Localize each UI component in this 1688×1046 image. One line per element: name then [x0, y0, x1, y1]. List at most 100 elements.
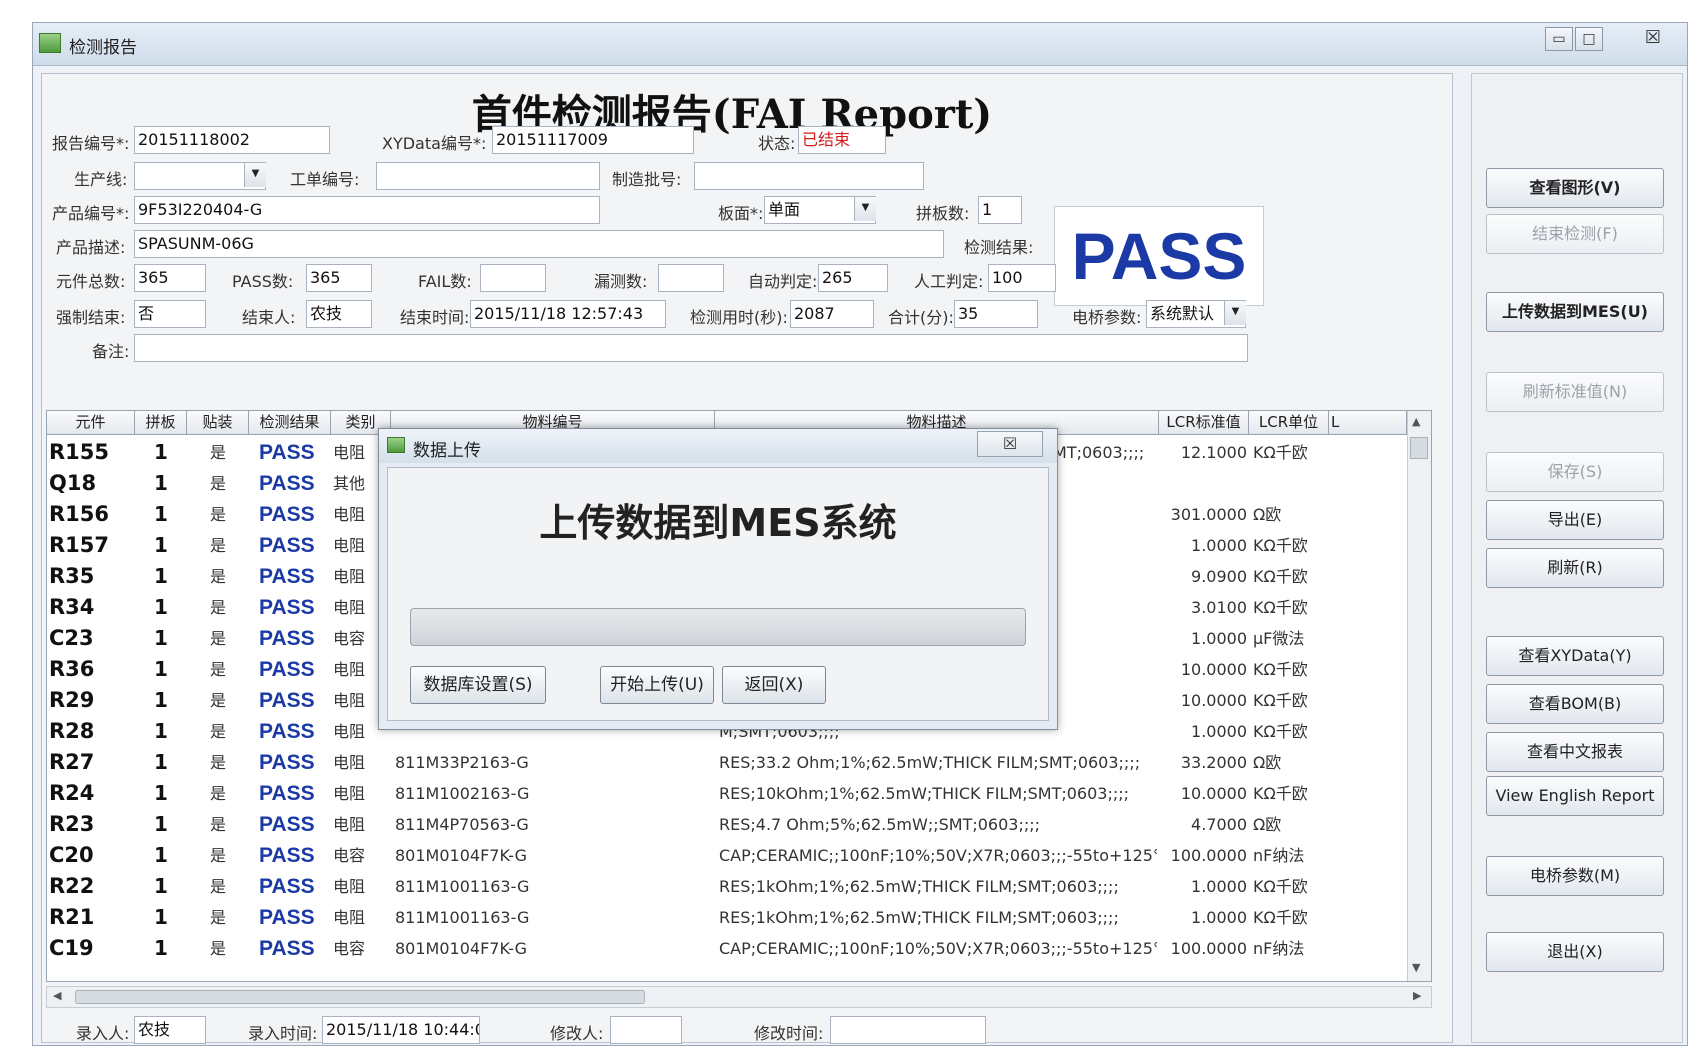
close-button[interactable]: ☒ [1637, 27, 1669, 51]
report-no-field[interactable]: 20151118002 [134, 126, 330, 154]
cell-value: 1.0000 [1191, 722, 1247, 741]
cell-mount: 是 [209, 567, 226, 586]
creator-label: 录入人: [76, 1024, 130, 1043]
cell-ref: R156 [49, 502, 110, 526]
bridge-params-button[interactable]: 电桥参数(M) [1486, 856, 1664, 896]
cell-ref: R21 [49, 905, 95, 929]
cell-mount: 是 [209, 536, 226, 555]
cell-panel: 1 [154, 905, 168, 929]
save-button[interactable]: 保存(S) [1486, 452, 1664, 492]
product-desc-label: 产品描述: [56, 238, 126, 257]
cell-result: PASS [259, 658, 315, 681]
xydata-field[interactable]: 20151117009 [492, 126, 694, 154]
total-field: 365 [134, 264, 206, 292]
dialog-heading: 上传数据到MES系统 [539, 501, 897, 545]
line-dropdown-icon[interactable]: ▼ [244, 163, 266, 187]
cell-panel: 1 [154, 843, 168, 867]
cell-result: PASS [259, 472, 315, 495]
cell-part: 811M1001163-G [395, 908, 530, 927]
cell-result: PASS [259, 534, 315, 557]
view-xydata-button[interactable]: 查看XYData(Y) [1486, 636, 1664, 676]
horizontal-scrollbar[interactable]: ◀ ▶ [46, 986, 1432, 1008]
exit-button[interactable]: 退出(X) [1486, 932, 1664, 972]
table-row[interactable]: R21 1 是 PASS 电阻 811M1001163-G RES;1kOhm;1%;62.… [47, 902, 1431, 933]
cell-unit: KΩ千欧 [1253, 691, 1308, 710]
table-row[interactable]: C19 1 是 PASS 电容 801M0104F7K-G CAP;CERAMIC;;100… [47, 933, 1431, 964]
cell-value: 4.7000 [1191, 815, 1247, 834]
cell-result: PASS [259, 937, 315, 960]
refresh-standard-button[interactable]: 刷新标准值(N) [1486, 372, 1664, 412]
cell-unit: nF纳法 [1253, 846, 1305, 865]
upload-mes-button[interactable]: 上传数据到MES(U) [1486, 292, 1664, 332]
scroll-up-icon[interactable]: ▲ [1412, 415, 1420, 428]
remark-field[interactable] [134, 334, 1248, 362]
dialog-close-button[interactable]: ☒ [977, 431, 1043, 457]
cell-value: 1.0000 [1191, 629, 1247, 648]
bridge-dropdown-icon[interactable]: ▼ [1224, 301, 1246, 325]
cell-unit: KΩ千欧 [1253, 536, 1308, 555]
cell-unit: KΩ千欧 [1253, 443, 1308, 462]
scroll-left-icon[interactable]: ◀ [53, 989, 61, 1002]
scroll-down-icon[interactable]: ▼ [1412, 961, 1420, 974]
maximize-button[interactable]: □ [1575, 27, 1603, 51]
cell-ref: C20 [49, 843, 94, 867]
work-order-field[interactable] [376, 162, 600, 190]
table-row[interactable]: R23 1 是 PASS 电阻 811M4P70563-G RES;4.7 Ohm;5%;6… [47, 809, 1431, 840]
product-desc-field[interactable]: SPASUNM-06G [134, 230, 944, 258]
cell-mount: 是 [209, 598, 226, 617]
cell-value: 9.0900 [1191, 567, 1247, 586]
manual-judge-field: 100 [988, 264, 1056, 292]
col-header-mount[interactable]: 贴装 [187, 411, 249, 435]
export-button[interactable]: 导出(E) [1486, 500, 1664, 540]
ender-field: 农技 [306, 300, 372, 328]
cell-value: 1.0000 [1191, 536, 1247, 555]
cell-mount: 是 [209, 908, 226, 927]
col-header-result[interactable]: 检测结果 [249, 411, 331, 435]
col-header-extra[interactable]: L [1329, 411, 1407, 435]
col-header-panel[interactable]: 拼板 [135, 411, 187, 435]
col-header-value[interactable]: LCR标准值 [1159, 411, 1249, 435]
duration-label: 检测用时(秒): [690, 308, 788, 327]
col-header-ref[interactable]: 元件 [47, 411, 135, 435]
cell-unit: μF微法 [1253, 629, 1305, 648]
board-side-dropdown-icon[interactable]: ▼ [854, 197, 876, 221]
table-row[interactable]: C20 1 是 PASS 电容 801M0104F7K-G CAP;CERAMIC;;100… [47, 840, 1431, 871]
refresh-button[interactable]: 刷新(R) [1486, 548, 1664, 588]
view-chinese-report-button[interactable]: 查看中文报表 [1486, 732, 1664, 772]
cell-desc: CAP;CERAMIC;;100nF;10%;50V;X7R;0603;;;-5… [719, 939, 1157, 958]
cell-part: 811M33P2163-G [395, 753, 529, 772]
col-header-unit[interactable]: LCR单位 [1249, 411, 1329, 435]
cell-panel: 1 [154, 936, 168, 960]
table-row[interactable]: R22 1 是 PASS 电阻 811M1001163-G RES;1kOhm;1%;62.… [47, 871, 1431, 902]
cell-panel: 1 [154, 874, 168, 898]
horizontal-scroll-thumb[interactable] [75, 990, 645, 1004]
panel-count-field[interactable]: 1 [978, 196, 1022, 224]
cell-value: 12.1000 [1180, 443, 1247, 462]
view-english-report-button[interactable]: View English Report [1486, 776, 1664, 816]
pass-result-badge: PASS [1054, 206, 1264, 306]
vertical-scrollbar[interactable]: ▲ ▼ [1407, 411, 1431, 981]
cell-result: PASS [259, 844, 315, 867]
end-time-label: 结束时间: [400, 308, 470, 327]
table-row[interactable]: R24 1 是 PASS 电阻 811M1002163-G RES;10kOhm;1%;62… [47, 778, 1431, 809]
start-upload-button[interactable]: 开始上传(U) [600, 666, 714, 704]
creator-field: 农技 [134, 1016, 206, 1044]
create-time-label: 录入时间: [248, 1024, 318, 1043]
fail-count-label: FAIL数: [418, 272, 472, 291]
cell-part: 811M4P70563-G [395, 815, 529, 834]
batch-field[interactable] [694, 162, 924, 190]
view-bom-button[interactable]: 查看BOM(B) [1486, 684, 1664, 724]
minutes-label: 合计(分): [888, 308, 954, 327]
table-row[interactable]: R27 1 是 PASS 电阻 811M33P2163-G RES;33.2 Ohm;1%;… [47, 747, 1431, 778]
end-inspection-button[interactable]: 结束检测(F) [1486, 214, 1664, 254]
db-settings-button[interactable]: 数据库设置(S) [410, 666, 546, 704]
minimize-button[interactable]: ▭ [1545, 27, 1573, 51]
product-no-field[interactable]: 9F53I220404-G [134, 196, 600, 224]
back-button[interactable]: 返回(X) [722, 666, 826, 704]
view-graphics-button[interactable]: 查看图形(V) [1486, 168, 1664, 208]
vertical-scroll-thumb[interactable] [1410, 437, 1428, 459]
missed-count-label: 漏测数: [594, 272, 648, 291]
scroll-right-icon[interactable]: ▶ [1413, 989, 1421, 1002]
cell-mount: 是 [209, 815, 226, 834]
manual-judge-label: 人工判定: [914, 272, 984, 291]
